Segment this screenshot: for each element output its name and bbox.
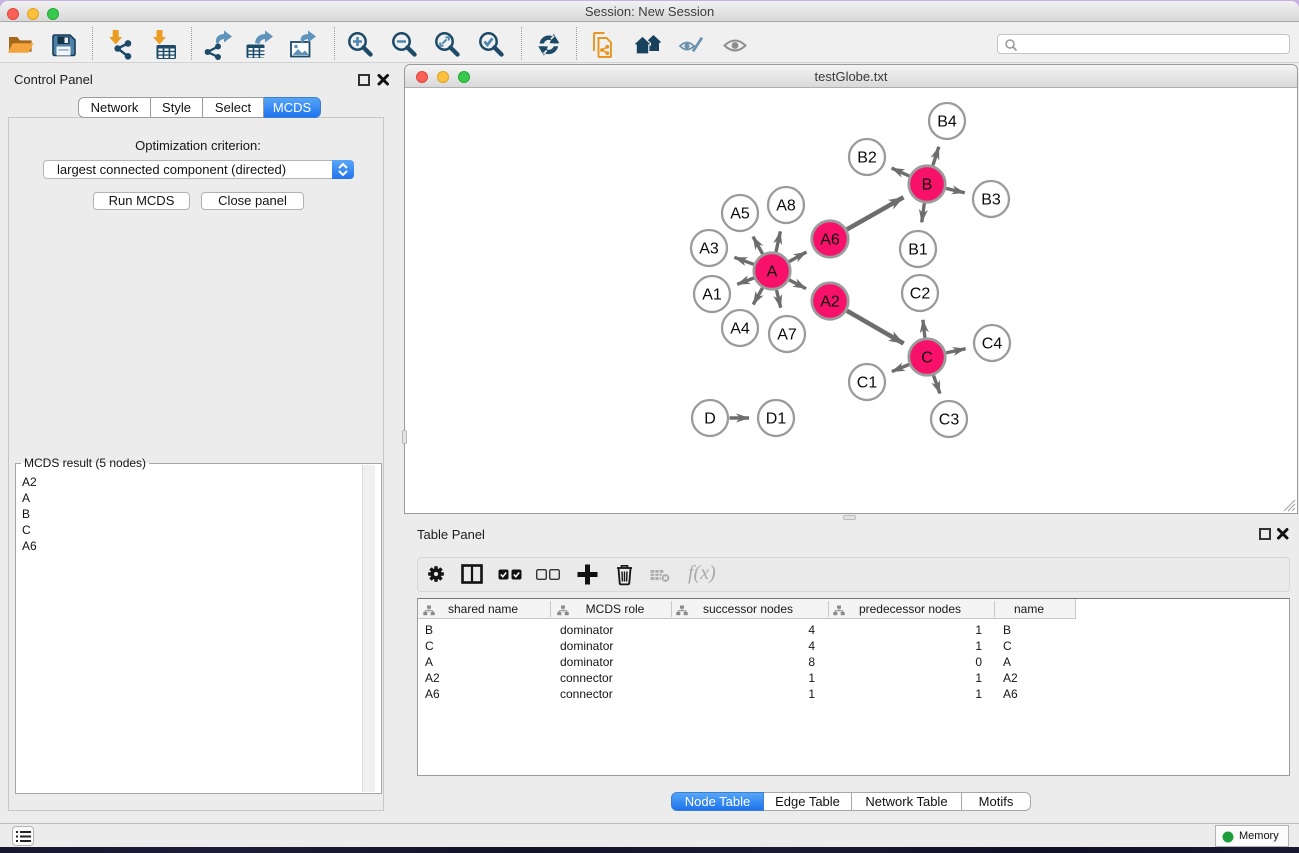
svg-text:A4: A4 xyxy=(730,321,750,338)
svg-text:B: B xyxy=(922,177,933,194)
svg-text:C4: C4 xyxy=(982,336,1003,353)
svg-text:A6: A6 xyxy=(820,232,840,249)
svg-text:B1: B1 xyxy=(908,242,928,259)
svg-text:C3: C3 xyxy=(939,412,960,429)
svg-text:A5: A5 xyxy=(730,206,750,223)
svg-text:B3: B3 xyxy=(981,192,1001,209)
svg-text:C2: C2 xyxy=(910,286,931,303)
svg-text:C: C xyxy=(921,350,933,367)
svg-text:B2: B2 xyxy=(857,150,877,167)
svg-text:A8: A8 xyxy=(776,198,796,215)
svg-text:A1: A1 xyxy=(702,287,722,304)
svg-text:C1: C1 xyxy=(857,375,878,392)
svg-text:A3: A3 xyxy=(699,241,719,258)
svg-text:B4: B4 xyxy=(937,114,957,131)
svg-text:D1: D1 xyxy=(766,411,787,428)
svg-text:D: D xyxy=(704,411,716,428)
svg-text:A2: A2 xyxy=(820,294,840,311)
svg-text:A: A xyxy=(767,264,778,281)
svg-text:A7: A7 xyxy=(777,327,797,344)
